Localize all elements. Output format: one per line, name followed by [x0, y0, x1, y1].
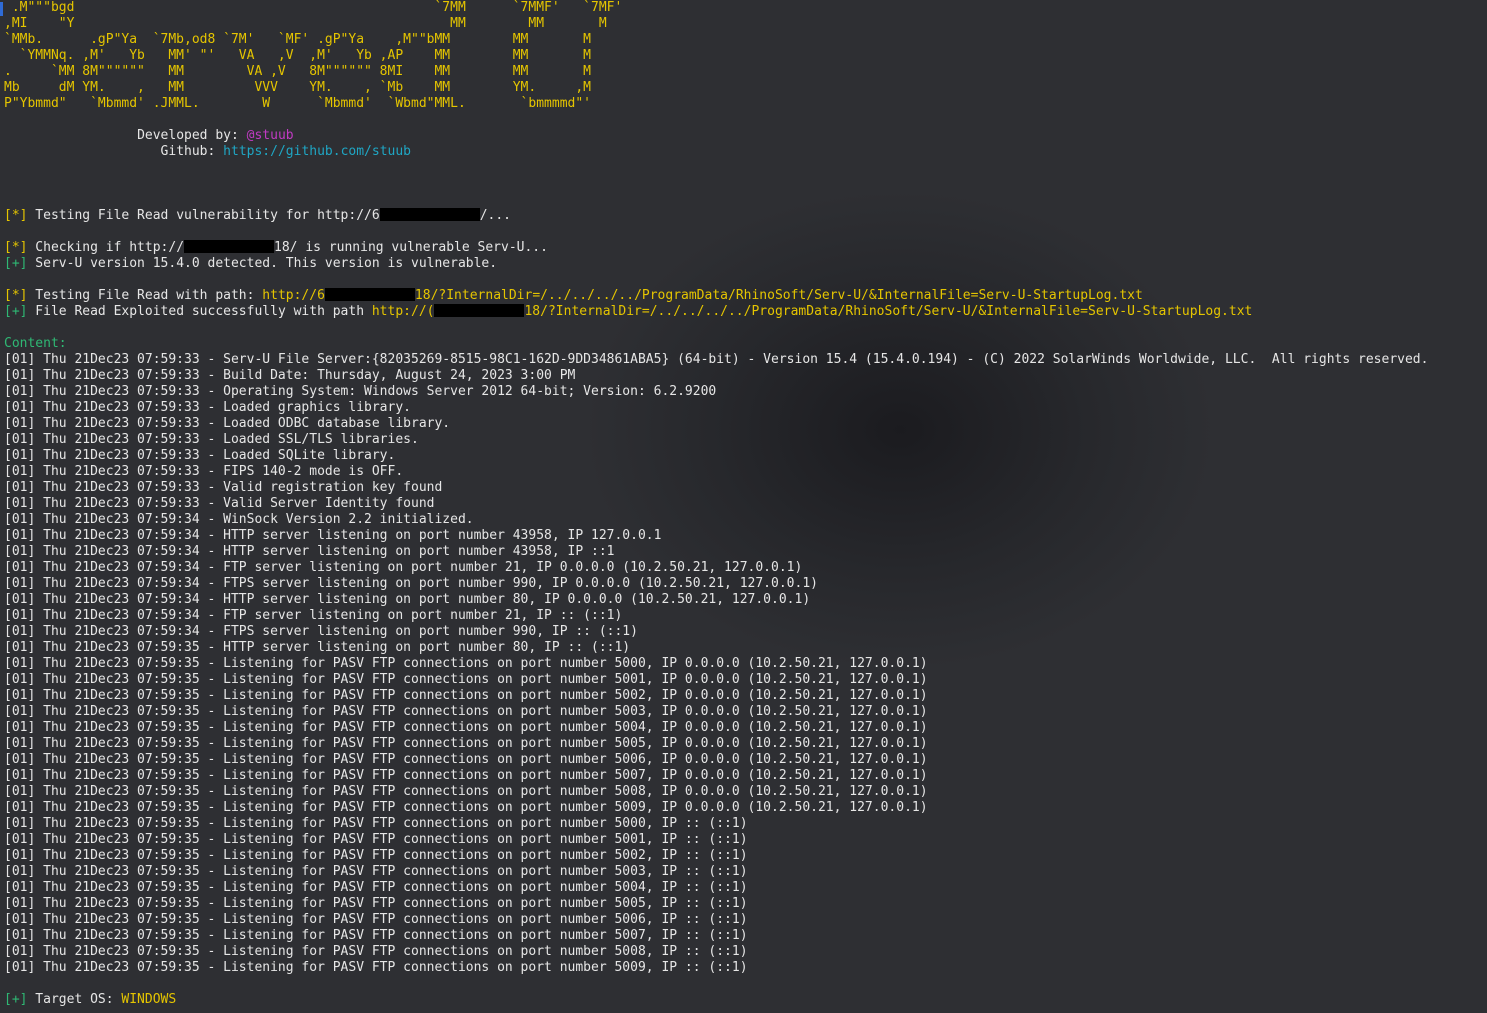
detected-text: Serv-U version 15.4.0 detected. This ver… — [27, 256, 498, 271]
success-url-start[interactable]: http://( — [372, 304, 435, 319]
log-line: [01] Thu 21Dec23 07:59:33 - Loaded ODBC … — [4, 416, 451, 431]
log-line: [01] Thu 21Dec23 07:59:35 - Listening fo… — [4, 944, 748, 959]
log-line: [01] Thu 21Dec23 07:59:34 - FTPS server … — [4, 576, 818, 591]
log-line: [01] Thu 21Dec23 07:59:35 - Listening fo… — [4, 928, 748, 943]
log-output: [01] Thu 21Dec23 07:59:33 - Serv-U File … — [4, 352, 1487, 976]
log-line: [01] Thu 21Dec23 07:59:33 - Serv-U File … — [4, 352, 1429, 367]
log-line: [01] Thu 21Dec23 07:59:35 - Listening fo… — [4, 736, 928, 751]
banner-line: `YMMNq. ,M' Yb MM' "' VA ,V ,M' Yb ,AP M… — [4, 48, 591, 63]
log-line: [01] Thu 21Dec23 07:59:35 - Listening fo… — [4, 800, 928, 815]
checking-text-end: 18/ is running vulnerable Serv-U... — [274, 240, 548, 255]
banner-line: P"Ybmmd" `Mbmmd' .JMML. W `Mbmmd' `Wbmd"… — [4, 96, 591, 111]
terminal-window[interactable]: .M"""bgd `7MM `7MMF' `7MF' ,MI "Y MM MM M… — [0, 0, 1487, 1013]
log-line: [01] Thu 21Dec23 07:59:35 - Listening fo… — [4, 752, 928, 767]
log-line: [01] Thu 21Dec23 07:59:35 - Listening fo… — [4, 688, 928, 703]
github-label: Github: — [160, 144, 224, 159]
log-line: [01] Thu 21Dec23 07:59:35 - Listening fo… — [4, 720, 928, 735]
log-line: [01] Thu 21Dec23 07:59:33 - FIPS 140-2 m… — [4, 464, 404, 479]
path-url-start[interactable]: http://6 — [262, 288, 325, 303]
banner-line: Mb dM YM. , MM VVV YM. , `Mb MM YM. ,M — [4, 80, 591, 95]
testing-text: Testing File Read vulnerability for http… — [27, 208, 380, 223]
banner-line: . `MM 8M"""""" MM VA ,V 8M"""""" 8MI MM … — [4, 64, 591, 79]
status-prefix: [*] — [4, 240, 28, 255]
success-label: File Read Exploited successfully with pa… — [27, 304, 372, 319]
log-line: [01] Thu 21Dec23 07:59:35 - Listening fo… — [4, 656, 928, 671]
success-url-end[interactable]: 18/?InternalDir=/../../../../ProgramData… — [524, 304, 1252, 319]
terminal-cursor — [0, 2, 3, 16]
redacted-host — [184, 240, 275, 253]
log-line: [01] Thu 21Dec23 07:59:35 - Listening fo… — [4, 848, 748, 863]
log-line: [01] Thu 21Dec23 07:59:34 - FTPS server … — [4, 624, 638, 639]
success-prefix: [+] — [4, 256, 28, 271]
log-line: [01] Thu 21Dec23 07:59:34 - HTTP server … — [4, 528, 662, 543]
log-line: [01] Thu 21Dec23 07:59:35 - Listening fo… — [4, 816, 748, 831]
log-line: [01] Thu 21Dec23 07:59:33 - Valid regist… — [4, 480, 443, 495]
testing-path-line: [*] Testing File Read with path: http://… — [4, 288, 1487, 304]
log-line: [01] Thu 21Dec23 07:59:34 - HTTP server … — [4, 592, 811, 607]
log-line: [01] Thu 21Dec23 07:59:35 - Listening fo… — [4, 832, 748, 847]
developed-by-label: Developed by: — [137, 128, 247, 143]
log-line: [01] Thu 21Dec23 07:59:35 - Listening fo… — [4, 912, 748, 927]
log-line: [01] Thu 21Dec23 07:59:35 - Listening fo… — [4, 960, 748, 975]
status-prefix: [*] — [4, 208, 28, 223]
version-detected-line: [+] Serv-U version 15.4.0 detected. This… — [4, 256, 1487, 272]
banner-line: .M"""bgd `7MM `7MMF' `7MF' — [4, 0, 623, 15]
testing-text-end: /... — [479, 208, 511, 223]
log-line: [01] Thu 21Dec23 07:59:33 - Loaded graph… — [4, 400, 411, 415]
log-line: [01] Thu 21Dec23 07:59:33 - Loaded SQLit… — [4, 448, 396, 463]
banner-line: ,MI "Y MM MM M — [4, 16, 607, 31]
path-label: Testing File Read with path: — [27, 288, 263, 303]
testing-vuln-line: [*] Testing File Read vulnerability for … — [4, 208, 1487, 224]
banner-line: `MMb. .gP"Ya `7Mb,od8 `7M' `MF' .gP"Ya ,… — [4, 32, 591, 47]
checking-line: [*] Checking if http:// 18/ is running vu… — [4, 240, 1487, 256]
log-line: [01] Thu 21Dec23 07:59:33 - Operating Sy… — [4, 384, 717, 399]
redacted-host — [434, 304, 525, 317]
log-line: [01] Thu 21Dec23 07:59:35 - Listening fo… — [4, 704, 928, 719]
log-line: [01] Thu 21Dec23 07:59:35 - Listening fo… — [4, 864, 748, 879]
content-label: Content: — [4, 336, 67, 351]
log-line: [01] Thu 21Dec23 07:59:33 - Build Date: … — [4, 368, 576, 383]
log-line: [01] Thu 21Dec23 07:59:34 - FTP server l… — [4, 560, 803, 575]
path-url-end[interactable]: 18/?InternalDir=/../../../../ProgramData… — [415, 288, 1143, 303]
success-prefix: [+] — [4, 992, 28, 1007]
log-line: [01] Thu 21Dec23 07:59:35 - Listening fo… — [4, 880, 748, 895]
exploit-success-line: [+] File Read Exploited successfully wit… — [4, 304, 1487, 320]
status-prefix: [*] — [4, 288, 28, 303]
developer-handle: @stuub — [246, 128, 294, 143]
target-os-line: [+] Target OS: WINDOWS — [4, 992, 1487, 1008]
log-line: [01] Thu 21Dec23 07:59:35 - Listening fo… — [4, 896, 748, 911]
log-line: [01] Thu 21Dec23 07:59:34 - HTTP server … — [4, 544, 615, 559]
developer-line: Developed by: @stuub — [4, 128, 1487, 144]
log-line: [01] Thu 21Dec23 07:59:33 - Valid Server… — [4, 496, 435, 511]
log-line: [01] Thu 21Dec23 07:59:34 - WinSock Vers… — [4, 512, 474, 527]
log-line: [01] Thu 21Dec23 07:59:33 - Loaded SSL/T… — [4, 432, 419, 447]
github-line: Github: https://github.com/stuub — [4, 144, 1487, 160]
log-line: [01] Thu 21Dec23 07:59:35 - HTTP server … — [4, 640, 631, 655]
redacted-host — [379, 208, 480, 221]
log-line: [01] Thu 21Dec23 07:59:34 - FTP server l… — [4, 608, 623, 623]
log-line: [01] Thu 21Dec23 07:59:35 - Listening fo… — [4, 768, 928, 783]
os-value: WINDOWS — [121, 992, 177, 1007]
os-label: Target OS: — [27, 992, 122, 1007]
github-link[interactable]: https://github.com/stuub — [223, 144, 411, 159]
checking-text: Checking if http:// — [27, 240, 185, 255]
log-line: [01] Thu 21Dec23 07:59:35 - Listening fo… — [4, 672, 928, 687]
success-prefix: [+] — [4, 304, 28, 319]
log-line: [01] Thu 21Dec23 07:59:35 - Listening fo… — [4, 784, 928, 799]
redacted-host — [324, 288, 415, 301]
ascii-banner: .M"""bgd `7MM `7MMF' `7MF' ,MI "Y MM MM M… — [4, 0, 1487, 112]
